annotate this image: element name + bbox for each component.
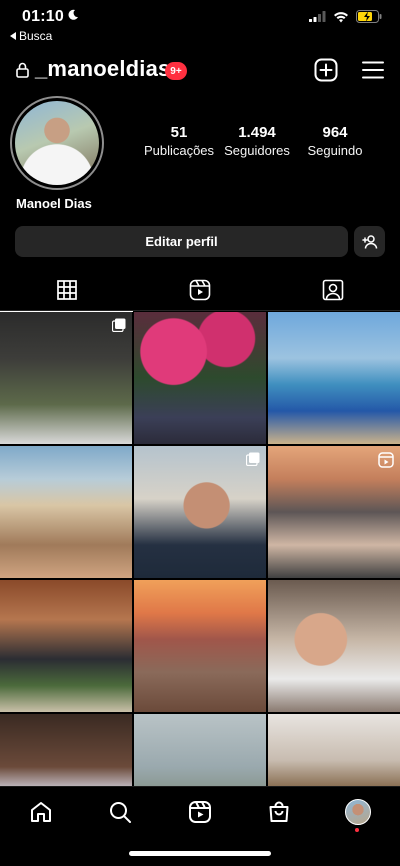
stat-value: 51	[170, 124, 188, 141]
back-to-search-link[interactable]: Busca	[10, 29, 52, 43]
nav-shop[interactable]	[264, 797, 294, 827]
post-thumbnail[interactable]	[134, 446, 266, 578]
stat-value: 1.494	[238, 124, 276, 141]
carousel-icon	[112, 318, 126, 332]
moon-icon	[68, 9, 78, 20]
tagged-icon	[322, 279, 343, 300]
posts-grid	[0, 312, 400, 846]
profile-header: _manoeldias 9+	[0, 54, 400, 90]
nav-home[interactable]	[26, 797, 56, 827]
post-thumbnail[interactable]	[268, 446, 400, 578]
reel-icon	[378, 452, 394, 468]
menu-icon[interactable]	[361, 58, 385, 82]
notification-badge[interactable]: 9+	[165, 62, 187, 80]
post-thumbnail[interactable]	[268, 580, 400, 712]
shop-icon	[269, 801, 289, 822]
stat-following[interactable]: 964 Seguindo	[300, 124, 370, 158]
back-link-label: Busca	[19, 29, 53, 43]
discover-people-button[interactable]	[354, 226, 385, 257]
stat-posts[interactable]: 51 Publicações	[140, 124, 218, 158]
post-thumbnail[interactable]	[0, 580, 132, 712]
display-name: Manoel Dias	[16, 196, 92, 211]
grid-icon	[56, 279, 77, 300]
home-indicator[interactable]	[129, 851, 271, 856]
nav-reels[interactable]	[185, 797, 215, 827]
profile-avatar[interactable]	[10, 96, 104, 190]
status-bar: 01:10 Busca	[0, 0, 400, 46]
tab-tagged[interactable]	[266, 268, 399, 311]
post-thumbnail[interactable]	[134, 312, 266, 444]
profile-notification-dot	[355, 828, 359, 832]
post-thumbnail[interactable]	[268, 312, 400, 444]
back-arrow-icon	[10, 32, 16, 40]
lock-icon	[16, 62, 29, 78]
status-time: 01:10	[22, 8, 64, 25]
stat-label: Seguindo	[307, 143, 363, 158]
stat-label: Seguidores	[224, 143, 290, 158]
stat-label: Publicações	[143, 143, 215, 158]
nav-profile[interactable]	[343, 797, 373, 827]
add-person-icon	[361, 234, 377, 249]
profile-photo	[15, 101, 99, 185]
battery-charging-icon	[356, 10, 382, 23]
reels-icon	[189, 801, 211, 823]
profile-avatar-icon	[345, 799, 371, 825]
search-icon	[110, 802, 131, 823]
stat-value: 964	[322, 124, 348, 141]
stat-followers[interactable]: 1.494 Seguidores	[222, 124, 292, 158]
tab-reels[interactable]	[133, 268, 266, 311]
carousel-icon	[246, 452, 260, 466]
edit-profile-button[interactable]: Editar perfil	[15, 226, 348, 257]
post-thumbnail[interactable]	[0, 446, 132, 578]
create-post-icon[interactable]	[314, 58, 338, 82]
post-thumbnail[interactable]	[0, 312, 132, 444]
profile-tabs	[0, 268, 400, 312]
status-icons	[309, 10, 382, 23]
signal-icon	[309, 11, 326, 22]
tab-grid[interactable]	[0, 268, 133, 312]
reels-icon	[189, 279, 210, 300]
post-thumbnail[interactable]	[134, 580, 266, 712]
home-icon	[31, 802, 51, 822]
username[interactable]: _manoeldias	[35, 56, 170, 82]
wifi-icon	[334, 11, 348, 22]
nav-search[interactable]	[105, 797, 135, 827]
